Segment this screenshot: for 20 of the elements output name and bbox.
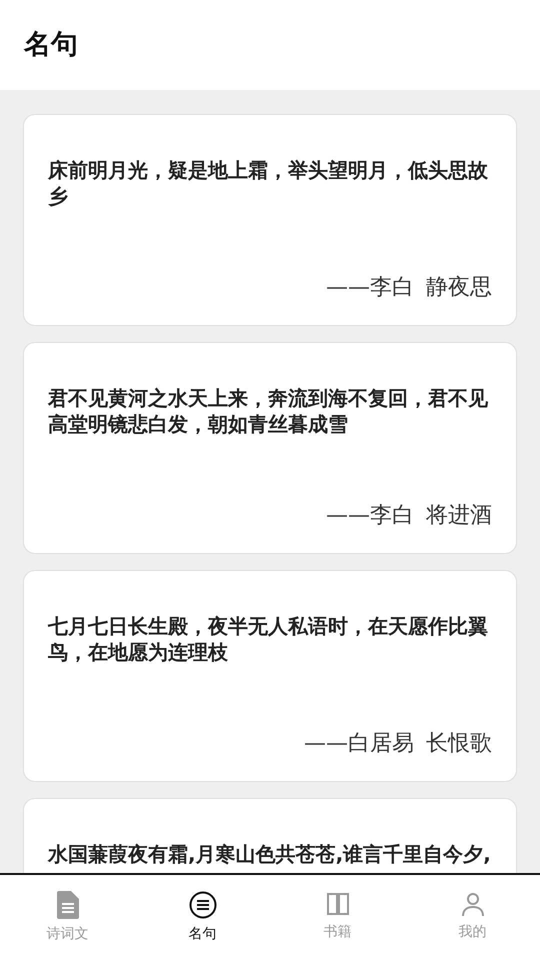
quote-author: ——白居易 — [304, 730, 414, 758]
page-title: 名句 — [22, 28, 79, 62]
quote-card[interactable]: 七月七日长生殿，夜半无人私语时，在天愿作比翼鸟，在地愿为连理枝 ——白居易 长恨歌 — [23, 570, 517, 782]
poem-title: 静夜思 — [426, 274, 492, 302]
menu-icon — [188, 891, 216, 919]
person-icon — [460, 891, 486, 917]
book-icon — [324, 891, 350, 917]
quote-card[interactable]: 床前明月光，疑是地上霜，举头望明月，低头思故乡 ——李白 静夜思 — [23, 114, 517, 326]
quote-author: ——李白 — [326, 274, 414, 302]
document-icon — [56, 891, 78, 919]
quote-author: ——李白 — [326, 502, 414, 530]
quote-text: 君不见黄河之水天上来，奔流到海不复回，君不见高堂明镜悲白发，朝如青丝暮成雪 — [48, 385, 489, 437]
nav-tab[interactable]: 名句 — [135, 875, 270, 960]
quote-card[interactable]: 水国蒹葭夜有霜,月寒山色共苍苍,谁言千里自今夕, — [23, 798, 517, 873]
quote-text: 床前明月光，疑是地上霜，举头望明月，低头思故乡 — [48, 157, 489, 209]
poem-title: 将进酒 — [426, 502, 492, 530]
poem-title: 长恨歌 — [426, 730, 492, 758]
quote-text: 七月七日长生殿，夜半无人私语时，在天愿作比翼鸟，在地愿为连理枝 — [48, 613, 489, 665]
quote-card[interactable]: 君不见黄河之水天上来，奔流到海不复回，君不见高堂明镜悲白发，朝如青丝暮成雪 ——李白 将进酒 — [23, 342, 517, 554]
quote-text: 水国蒹葭夜有霜,月寒山色共苍苍,谁言千里自今夕, — [48, 841, 492, 867]
